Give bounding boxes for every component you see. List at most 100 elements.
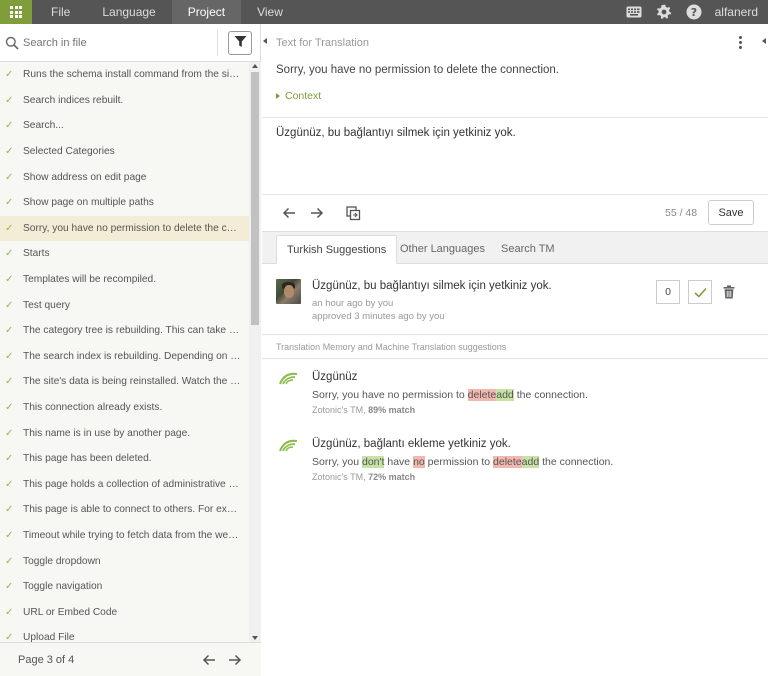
vote-count[interactable]: 0 xyxy=(656,280,680,304)
keyboard-icon[interactable] xyxy=(626,6,642,18)
scroll-thumb[interactable] xyxy=(251,72,259,325)
divider xyxy=(217,30,218,56)
list-item-text: The category tree is rebuilding. This ca… xyxy=(23,325,241,337)
previous-string-arrow-left-icon[interactable] xyxy=(280,204,298,222)
tm-info: Zotonic's TM, 89% match xyxy=(312,405,415,415)
search-icon xyxy=(5,36,19,50)
list-item[interactable]: ✓ URL or Embed Code xyxy=(0,599,249,625)
tm-suggestion[interactable]: Üzgünüz, bağlantı ekleme yetkiniz yok. S… xyxy=(262,426,768,486)
diff-deleted: no xyxy=(413,456,425,468)
topbar-actions: ? alfanerd xyxy=(619,0,768,24)
more-options-icon[interactable] xyxy=(739,36,742,49)
context-toggle[interactable]: Context xyxy=(276,90,321,102)
delete-suggestion-button[interactable] xyxy=(720,282,738,302)
zotonic-tm-logo-icon xyxy=(279,439,298,452)
check-icon: ✓ xyxy=(5,606,14,618)
menu-project[interactable]: Project xyxy=(171,0,242,24)
list-item[interactable]: ✓ This name is in use by another page. xyxy=(0,420,249,446)
menu-view[interactable]: View xyxy=(241,0,299,24)
approve-button[interactable] xyxy=(688,280,712,304)
check-icon: ✓ xyxy=(5,632,14,642)
list-item[interactable]: ✓ Runs the schema install command from th… xyxy=(0,62,249,88)
list-item[interactable]: ✓ Toggle navigation xyxy=(0,574,249,600)
grid-icon xyxy=(10,6,22,18)
list-scrollbar[interactable] xyxy=(249,62,261,642)
next-string-arrow-right-icon[interactable] xyxy=(308,204,326,222)
scroll-up-icon[interactable] xyxy=(252,64,258,68)
diff-inserted: add xyxy=(521,456,540,468)
diff-inserted: don't xyxy=(362,456,385,468)
translation-editor[interactable]: Üzgünüz, bu bağlantıyı silmek için yetki… xyxy=(262,118,768,194)
check-icon: ✓ xyxy=(5,427,14,439)
prev-page-arrow-left-icon[interactable] xyxy=(201,652,217,668)
filter-icon xyxy=(234,35,247,51)
list-item[interactable]: ✓ The site's data is being reinstalled. W… xyxy=(0,369,249,395)
list-item[interactable]: ✓ The category tree is rebuilding. This c… xyxy=(0,318,249,344)
list-item-text: Show page on multiple paths xyxy=(23,197,154,209)
list-item[interactable]: ✓ The search index is rebuilding. Dependi… xyxy=(0,344,249,370)
tab-other-languages[interactable]: Other Languages xyxy=(390,235,495,264)
list-item-text: This page holds a collection of administ… xyxy=(23,478,241,490)
list-item-text: Timeout while trying to fetch data from … xyxy=(23,529,241,541)
check-icon: ✓ xyxy=(5,478,14,490)
tab-search-tm[interactable]: Search TM xyxy=(491,235,565,264)
list-item[interactable]: ✓ This page is able to connect to others.… xyxy=(0,497,249,523)
gear-icon[interactable] xyxy=(656,4,672,20)
list-item[interactable]: ✓ Starts xyxy=(0,241,249,267)
help-icon[interactable]: ? xyxy=(686,4,702,20)
list-item[interactable]: ✓ Timeout while trying to fetch data from… xyxy=(0,523,249,549)
suggestion-text[interactable]: Üzgünüz, bu bağlantıyı silmek için yetki… xyxy=(312,280,552,292)
check-icon: ✓ xyxy=(5,299,14,311)
next-page-arrow-right-icon[interactable] xyxy=(227,652,243,668)
list-item[interactable]: ✓ Upload File xyxy=(0,625,249,642)
check-icon: ✓ xyxy=(5,197,14,209)
list-item[interactable]: ✓ Show address on edit page xyxy=(0,164,249,190)
list-item[interactable]: ✓ Selected Categories xyxy=(0,139,249,165)
check-icon: ✓ xyxy=(5,453,14,465)
list-item-text: Show address on edit page xyxy=(23,171,147,183)
check-icon: ✓ xyxy=(5,581,14,593)
list-item-text: Toggle navigation xyxy=(23,581,103,593)
page-indicator: Page 3 of 4 xyxy=(18,653,75,666)
list-item-text: This name is in use by another page. xyxy=(23,427,191,439)
list-item[interactable]: ✓ Test query xyxy=(0,292,249,318)
suggestion-item: Üzgünüz, bu bağlantıyı silmek için yetki… xyxy=(262,264,768,334)
check-icon: ✓ xyxy=(5,146,14,158)
list-item-text: Starts xyxy=(23,248,50,260)
tm-source: Zotonic's TM, xyxy=(312,405,366,415)
list-item[interactable]: ✓ This page has been deleted. xyxy=(0,446,249,472)
list-item[interactable]: ✓ Search indices rebuilt. xyxy=(0,88,249,114)
list-item[interactable]: ✓ Toggle dropdown xyxy=(0,548,249,574)
context-label: Context xyxy=(285,90,322,102)
menu-language[interactable]: Language xyxy=(86,0,171,24)
trash-icon xyxy=(723,285,735,299)
save-button[interactable]: Save xyxy=(708,200,754,225)
check-icon: ✓ xyxy=(5,222,14,234)
divider xyxy=(262,194,768,195)
copy-original-icon[interactable] xyxy=(344,204,362,222)
list-item[interactable]: ✓ Search... xyxy=(0,113,249,139)
list-item[interactable]: ✓ Show page on multiple paths xyxy=(0,190,249,216)
list-item-selected[interactable]: ✓ Sorry, you have no permission to delete… xyxy=(0,215,249,242)
tm-suggestion[interactable]: Üzgünüz Sorry, you have no permission to… xyxy=(262,359,768,419)
search-input[interactable] xyxy=(23,28,208,57)
character-counter: 55 / 48 xyxy=(665,207,698,219)
username[interactable]: alfanerd xyxy=(715,5,758,19)
diff-text: Sorry, you have no permission to xyxy=(312,389,468,401)
list-item-text: Runs the schema install command from the… xyxy=(23,69,241,81)
list-item[interactable]: ✓ This page holds a collection of adminis… xyxy=(0,472,249,498)
list-item[interactable]: ✓ Templates will be recompiled. xyxy=(0,267,249,293)
search-bar xyxy=(0,24,260,62)
filter-button[interactable] xyxy=(228,31,252,55)
tm-section-header: Translation Memory and Machine Translati… xyxy=(276,342,507,352)
tm-info: Zotonic's TM, 72% match xyxy=(312,472,415,482)
apps-grid-button[interactable] xyxy=(0,0,32,24)
scroll-down-icon[interactable] xyxy=(252,636,258,640)
tm-source-diff: Sorry, you have no permission to deletea… xyxy=(312,389,588,401)
check-icon: ✓ xyxy=(5,325,14,337)
check-icon: ✓ xyxy=(5,171,14,183)
list-item[interactable]: ✓ This connection already exists. xyxy=(0,395,249,421)
tab-turkish-suggestions[interactable]: Turkish Suggestions xyxy=(276,235,398,264)
svg-text:?: ? xyxy=(690,6,696,19)
menu-file[interactable]: File xyxy=(35,0,86,24)
